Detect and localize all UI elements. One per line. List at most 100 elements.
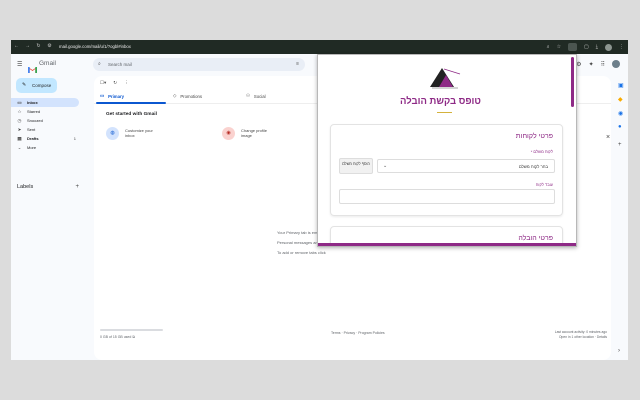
clock-icon: ◷ — [17, 117, 22, 123]
sidebar-item-label: Inbox — [27, 100, 38, 105]
gmail-logo[interactable]: Gmail — [28, 60, 56, 73]
popup-scrollbar[interactable] — [571, 57, 574, 107]
footer-links[interactable]: Terms · Privacy · Program Policies — [331, 331, 385, 335]
sidebar-item-label: Sent — [27, 127, 36, 132]
account-avatar[interactable] — [612, 60, 620, 68]
browser-nav: ← → ↻ ⚙ — [14, 44, 52, 49]
forward-icon[interactable]: → — [25, 44, 30, 49]
refresh-icon[interactable]: ↻ — [113, 80, 117, 86]
browser-toolbar: ← → ↻ ⚙ mail.google.com/mail/u/1/?ogbl#i… — [11, 40, 628, 54]
payer-label: לקוח משלם * — [530, 149, 553, 154]
inbox-icon: ▭ — [17, 99, 22, 105]
account-activity: Last account activity: 0 minutes ago Ope… — [555, 330, 607, 340]
profile-icon: ◉ — [222, 126, 235, 140]
inbox-icon: ▭ — [100, 93, 105, 98]
right-addons-bar: ▣ ◆ ◉ ● + › — [614, 76, 628, 360]
customer-employee-input[interactable] — [339, 189, 555, 204]
sidebar-item-label: More — [27, 145, 37, 150]
apps-grid-icon[interactable]: ⠿ — [601, 61, 605, 68]
chevron-down-icon: ⌄ — [17, 144, 22, 150]
search-bar[interactable]: ⌕ Search mail ≡ — [93, 58, 305, 71]
company-logo — [424, 65, 466, 89]
add-addon-icon[interactable]: + — [618, 142, 622, 148]
storage-text: 0 GB of 15 GB used — [100, 335, 132, 339]
contacts-icon[interactable]: ● — [618, 124, 622, 130]
tab-primary[interactable]: ▭ Primary — [100, 93, 124, 99]
sidebar-item-inbox[interactable]: ▭ Inbox — [11, 98, 79, 107]
labels-title: Labels — [17, 184, 34, 190]
zoom-icon[interactable]: ⌕ — [547, 44, 550, 50]
pencil-icon: ✎ — [22, 82, 27, 88]
site-info-icon[interactable]: ⚙ — [47, 44, 52, 49]
get-started-title: Get started with Gmail — [106, 112, 157, 117]
gmail-brand: Gmail — [39, 60, 56, 67]
get-started-cards: ◍ Customize your inbox ◉ Change profile … — [100, 122, 320, 144]
sidebar-item-starred[interactable]: ☆ Starred — [11, 107, 79, 116]
folder-list: ▭ Inbox ☆ Starred ◷ Snoozed ➤ Sent ▤ Dra… — [11, 98, 79, 152]
payer-select[interactable]: בחר לקוח משלם ⌄ — [377, 159, 555, 173]
search-input[interactable]: Search mail — [108, 62, 132, 67]
search-icon[interactable]: ⌕ — [98, 61, 101, 67]
menu-icon[interactable]: ⋮ — [619, 44, 624, 50]
main-menu-icon[interactable]: ☰ — [17, 61, 22, 68]
tasks-icon[interactable]: ◉ — [618, 110, 623, 117]
mail-toolbar: ☐▾ ↻ ⋮ — [100, 80, 129, 86]
section-title: פרטי הובלה — [518, 235, 553, 242]
customer-details-section: פרטי לקוחות לקוח משלם * בחר לקוח משלם ⌄ … — [330, 124, 563, 216]
storage-bar — [100, 329, 163, 331]
more-options-icon[interactable]: ⋮ — [124, 80, 129, 86]
card-label: Change profile image — [241, 128, 268, 138]
gemini-icon[interactable]: ✦ — [589, 61, 594, 68]
empty-line: To add or remove tabs click — [277, 250, 326, 255]
keep-icon[interactable]: ◆ — [618, 96, 623, 103]
tab-search-icon[interactable]: ▢ — [584, 44, 589, 50]
tab-social[interactable]: ⚇ Social — [246, 93, 266, 99]
download-icon[interactable]: ⤓ — [596, 44, 598, 50]
sidebar-item-drafts[interactable]: ▤ Drafts 1 — [11, 134, 79, 143]
add-payer-button[interactable]: הוסף לקוח משלם — [339, 158, 373, 174]
compose-button[interactable]: ✎ Compose — [16, 78, 57, 93]
labels-heading: Labels + — [17, 184, 79, 190]
chevron-down-icon: ⌄ — [383, 163, 388, 169]
active-tab-indicator — [96, 102, 166, 104]
extension-active-icon[interactable] — [568, 43, 578, 51]
compose-label: Compose — [32, 83, 52, 88]
sidebar-item-label: Drafts — [27, 136, 39, 141]
add-label-icon[interactable]: + — [75, 184, 79, 190]
address-bar[interactable]: mail.google.com/mail/u/1/?ogbl#inbox — [59, 44, 131, 49]
calendar-icon[interactable]: ▣ — [618, 82, 624, 89]
palette-icon: ◍ — [106, 126, 119, 140]
customer-employee-label: עובד לקוח — [535, 182, 553, 187]
browser-actions: ⌕ ☆ ▢ ⤓ ⋮ — [547, 43, 624, 51]
header-actions: ⚙ ✦ ⠿ — [576, 60, 620, 68]
sidebar-item-sent[interactable]: ➤ Sent — [11, 125, 79, 134]
back-icon[interactable]: ← — [14, 44, 19, 49]
tab-label: Promotions — [180, 93, 203, 99]
bookmark-star-icon[interactable]: ☆ — [557, 44, 561, 50]
search-options-icon[interactable]: ≡ — [296, 61, 299, 67]
profile-avatar[interactable] — [605, 43, 612, 51]
star-icon: ☆ — [17, 108, 22, 114]
tag-icon: ◇ — [173, 93, 177, 98]
close-icon[interactable]: × — [606, 134, 610, 141]
draft-icon: ▤ — [17, 135, 22, 141]
sidebar-item-more[interactable]: ⌄ More — [11, 143, 79, 152]
sidebar-item-snoozed[interactable]: ◷ Snoozed — [11, 116, 79, 125]
tab-label: Primary — [108, 93, 125, 99]
storage-usage[interactable]: 0 GB of 15 GB used ⧉ — [100, 335, 135, 339]
tab-promotions[interactable]: ◇ Promotions — [173, 93, 202, 99]
tab-label: Social — [253, 93, 266, 99]
sidebar-item-label: Starred — [27, 109, 41, 114]
people-icon: ⚇ — [246, 93, 250, 98]
change-profile-card[interactable]: ◉ Change profile image — [222, 122, 279, 144]
hide-panel-icon[interactable]: › — [618, 348, 620, 354]
external-link-icon[interactable]: ⧉ — [132, 335, 135, 339]
customize-inbox-card[interactable]: ◍ Customize your inbox — [106, 122, 163, 144]
select-all-checkbox[interactable]: ☐▾ — [100, 80, 106, 86]
card-label: Customize your inbox — [125, 128, 153, 138]
reload-icon[interactable]: ↻ — [36, 44, 41, 49]
gmail-m-icon — [28, 60, 37, 73]
section-title: פרטי לקוחות — [515, 133, 553, 140]
title-divider — [437, 112, 452, 113]
details-link[interactable]: Open in 1 other location · Details — [555, 335, 607, 340]
